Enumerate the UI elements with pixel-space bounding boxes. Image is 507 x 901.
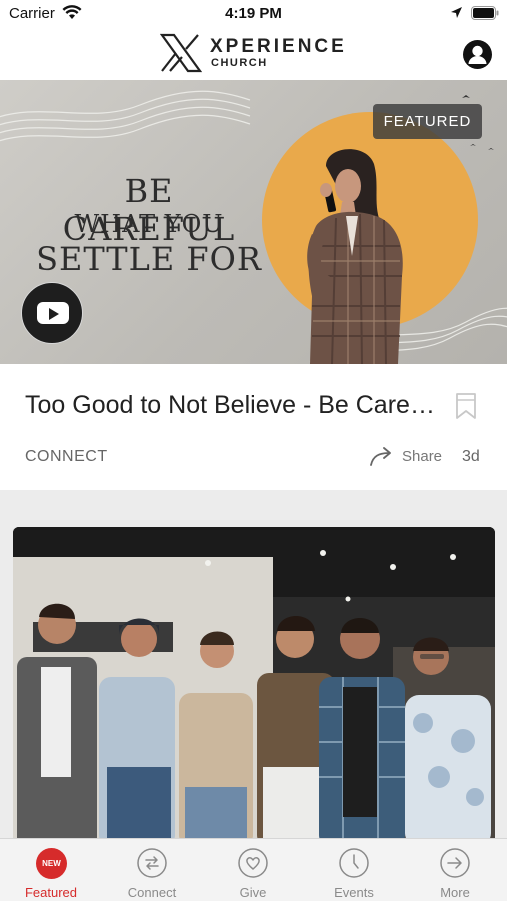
youtube-play-button[interactable] [21, 282, 83, 344]
share-label: Share [402, 448, 443, 465]
tab-connect[interactable]: Connect [102, 839, 202, 901]
featured-card[interactable]: BE CAREFUL WHAT YOU SETTLE FOR FEATURED … [0, 80, 507, 490]
tab-label: Give [239, 885, 267, 900]
featured-artwork[interactable]: BE CAREFUL WHAT YOU SETTLE FOR FEATURED [0, 80, 507, 364]
featured-badge: FEATURED [373, 104, 482, 139]
arrow-right-circle-icon [440, 848, 470, 878]
media-card[interactable] [13, 527, 495, 838]
logo-wordmark: XPERIENCE [210, 36, 347, 57]
new-badge-icon: NEW [36, 848, 67, 879]
tab-label: Events [334, 885, 374, 900]
tab-label: Connect [127, 885, 177, 900]
tab-featured[interactable]: NEW Featured [1, 839, 101, 901]
share-arrow-icon [370, 447, 391, 466]
content-feed[interactable]: BE CAREFUL WHAT YOU SETTLE FOR FEATURED … [0, 80, 507, 838]
logo-x-mark-icon [160, 33, 202, 73]
group-photo [13, 527, 495, 838]
tab-give[interactable]: Give [203, 839, 303, 901]
speaker-photo [307, 149, 403, 364]
app-header: XPERIENCE CHURCH [0, 28, 507, 81]
artwork-text-line: WHAT YOU [74, 210, 224, 238]
connect-arrows-icon [137, 848, 167, 878]
card-category: CONNECT [25, 448, 108, 465]
tab-label: More [440, 885, 470, 900]
status-bar: Carrier 4:19 PM [0, 0, 507, 28]
post-age: 3d [462, 448, 480, 465]
location-arrow-icon [451, 7, 462, 18]
heart-icon [238, 848, 268, 878]
tab-more[interactable]: More [405, 839, 505, 901]
tab-events[interactable]: Events [304, 839, 404, 901]
play-icon [49, 308, 59, 320]
bookmark-icon[interactable] [455, 392, 477, 420]
artwork-text-line: SETTLE FOR [36, 240, 262, 278]
card-title[interactable]: Too Good to Not Believe - Be Careful Wha… [25, 391, 435, 420]
bottom-tab-bar: NEW Featured Connect Give Events More [0, 838, 507, 901]
clock: 4:19 PM [225, 5, 282, 22]
clock-icon [339, 848, 369, 878]
tab-label: Featured [24, 885, 78, 900]
battery-icon [471, 6, 499, 20]
logo-subtitle: CHURCH [211, 57, 268, 69]
profile-button[interactable] [463, 40, 492, 69]
user-icon [468, 45, 487, 64]
